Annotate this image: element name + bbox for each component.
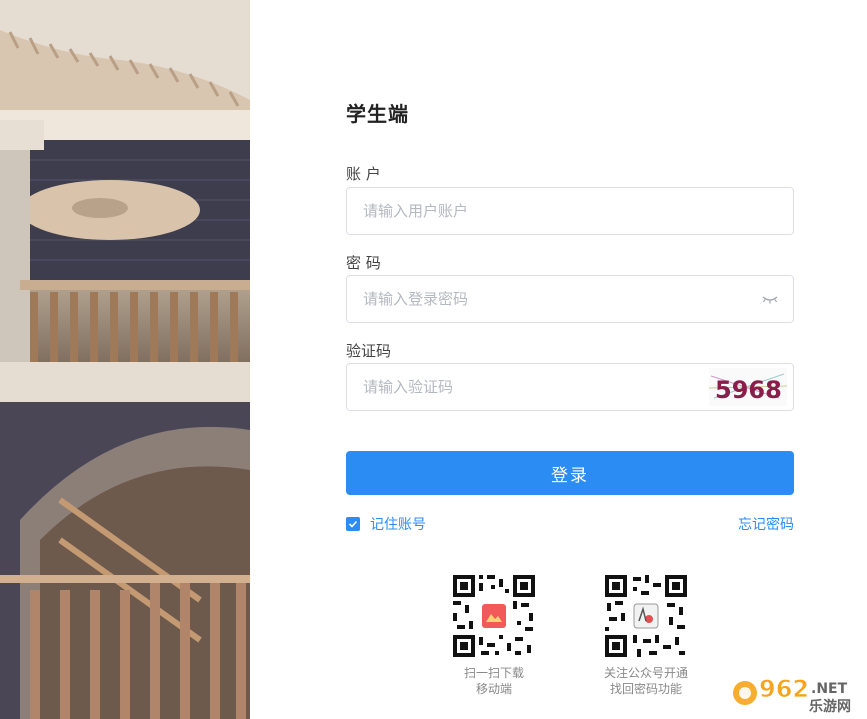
wechat-official-qr: 关注公众号开通 找回密码功能 — [586, 573, 706, 697]
account-input[interactable] — [347, 188, 793, 234]
account-field[interactable] — [346, 187, 794, 235]
watermark-number: 962 — [759, 675, 809, 703]
remember-label: 记住账号 — [370, 517, 426, 533]
forgot-password-link[interactable]: 忘记密码 — [738, 514, 794, 534]
remember-checkbox[interactable] — [346, 517, 360, 531]
captcha-text: 5968 — [715, 376, 782, 404]
app-download-qr: 扫一扫下载 移动端 — [434, 573, 554, 697]
qr-caption-line2: 移动端 — [475, 682, 512, 696]
password-label: 密 码 — [346, 254, 381, 272]
architecture-illustration — [0, 0, 250, 719]
captcha-graphic: 5968 — [708, 373, 788, 404]
page-title: 学生端 — [346, 102, 409, 126]
captcha-image[interactable]: 5968 — [708, 368, 788, 406]
qr-caption-line2: 找回密码功能 — [609, 682, 682, 696]
account-label: 账 户 — [346, 165, 381, 183]
qr-caption-line1: 关注公众号开通 — [603, 666, 688, 680]
captcha-field[interactable]: 5968 — [346, 363, 794, 411]
captcha-label: 验证码 — [346, 342, 392, 360]
password-field[interactable] — [346, 275, 794, 323]
password-input[interactable] — [347, 276, 793, 322]
qr-code-icon — [451, 573, 537, 659]
eye-closed-icon[interactable] — [761, 292, 779, 306]
watermark-graphic: 962 .NET 乐游网 — [733, 675, 851, 715]
watermark-sitename: 乐游网 — [809, 698, 851, 715]
watermark-suffix: .NET — [811, 681, 848, 697]
check-icon — [348, 520, 358, 528]
qr-code-icon — [603, 573, 689, 659]
login-button[interactable]: 登录 — [346, 451, 794, 495]
qr-caption-line1: 扫一扫下载 — [463, 666, 524, 680]
remember-account[interactable]: 记住账号 — [346, 514, 426, 534]
background-photo — [0, 0, 250, 719]
watermark-logo: 962 .NET 乐游网 — [731, 671, 863, 715]
